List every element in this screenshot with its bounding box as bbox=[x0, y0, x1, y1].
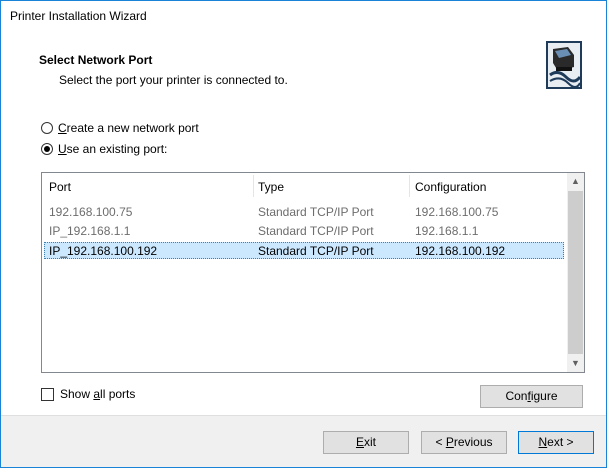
table-row[interactable]: 192.168.100.75 Standard TCP/IP Port 192.… bbox=[44, 204, 564, 221]
scroll-down-icon[interactable]: ▼ bbox=[567, 355, 584, 372]
table-row-selected[interactable]: IP_192.168.100.192 Standard TCP/IP Port … bbox=[44, 242, 564, 259]
use-existing-label[interactable]: Use an existing port: bbox=[58, 142, 167, 156]
type-cell: Standard TCP/IP Port bbox=[258, 224, 374, 238]
show-all-ports-option[interactable]: Show all ports bbox=[41, 386, 135, 402]
use-existing-option[interactable]: Use an existing port: bbox=[41, 140, 167, 158]
table-row[interactable]: IP_192.168.1.1 Standard TCP/IP Port 192.… bbox=[44, 223, 564, 240]
configure-button[interactable]: Configure bbox=[480, 385, 583, 408]
page-title: Select Network Port bbox=[39, 53, 153, 67]
button-bar bbox=[1, 416, 606, 467]
column-header-configuration[interactable]: Configuration bbox=[415, 177, 486, 197]
printer-network-icon bbox=[546, 41, 582, 89]
scroll-thumb[interactable] bbox=[568, 191, 583, 354]
type-cell: Standard TCP/IP Port bbox=[258, 244, 374, 258]
column-header-port[interactable]: Port bbox=[49, 177, 71, 197]
config-cell: 192.168.100.192 bbox=[415, 244, 506, 258]
port-cell: 192.168.100.75 bbox=[49, 205, 133, 219]
show-all-ports-checkbox[interactable] bbox=[41, 387, 54, 401]
column-separator[interactable] bbox=[409, 175, 410, 197]
next-button[interactable]: Next > bbox=[518, 431, 594, 454]
exit-button[interactable]: Exit bbox=[323, 431, 409, 454]
page-subtitle: Select the port your printer is connecte… bbox=[59, 73, 288, 87]
create-port-option[interactable]: Create a new network port bbox=[41, 119, 199, 137]
port-cell: IP_192.168.100.192 bbox=[49, 244, 158, 258]
type-cell: Standard TCP/IP Port bbox=[258, 205, 374, 219]
create-port-label[interactable]: Create a new network port bbox=[58, 121, 199, 135]
wizard-window: Printer Installation Wizard Select Netwo… bbox=[0, 0, 607, 468]
use-existing-radio[interactable] bbox=[41, 143, 53, 155]
port-cell: IP_192.168.1.1 bbox=[49, 224, 131, 238]
scroll-up-icon[interactable]: ▲ bbox=[567, 173, 584, 190]
show-all-ports-label[interactable]: Show all ports bbox=[60, 387, 135, 401]
previous-button[interactable]: < Previous bbox=[421, 431, 507, 454]
column-header-type[interactable]: Type bbox=[258, 177, 284, 197]
ports-listview[interactable]: Port Type Configuration 192.168.100.75 S… bbox=[41, 172, 585, 373]
config-cell: 192.168.1.1 bbox=[415, 224, 479, 238]
column-separator[interactable] bbox=[253, 175, 254, 197]
create-port-radio[interactable] bbox=[41, 122, 53, 134]
vertical-scrollbar[interactable]: ▲ ▼ bbox=[567, 173, 584, 372]
window-title: Printer Installation Wizard bbox=[10, 9, 147, 23]
wizard-header: Select Network Port Select the port your… bbox=[1, 31, 606, 97]
title-bar[interactable]: Printer Installation Wizard bbox=[1, 1, 606, 31]
config-cell: 192.168.100.75 bbox=[415, 205, 499, 219]
